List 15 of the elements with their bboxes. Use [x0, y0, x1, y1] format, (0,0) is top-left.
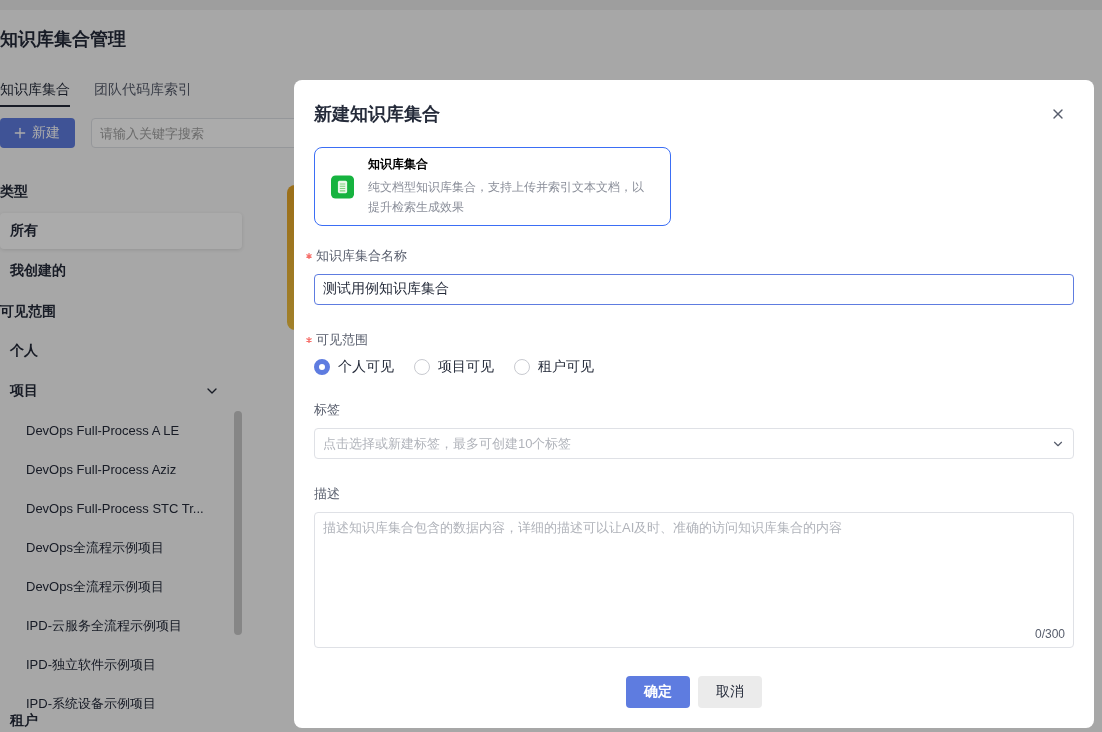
select-placeholder: 点击选择或新建标签，最多可创建10个标签: [323, 434, 572, 453]
option-label: 租户可见: [538, 357, 594, 376]
field-label: 描述: [314, 485, 340, 504]
character-counter: 0/300: [1034, 627, 1065, 641]
field-label: 标签: [314, 400, 340, 419]
section-heading: 可见范围: [0, 302, 57, 321]
card-description: 纯文档型知识库集合，支持上传并索引文本文档，以提升检索生成效果: [368, 179, 646, 217]
option-label: 个人可见: [338, 357, 394, 376]
field-placeholder: 描述知识库集合包含的数据内容，详细的描述可以让AI及时、准确的访问知识库集合的内容: [323, 519, 844, 538]
field-label: 可见范围: [316, 330, 368, 349]
option-label: 项目可见: [438, 357, 494, 376]
section-heading: 类型: [0, 182, 29, 201]
field-label: 知识库集合名称: [316, 247, 407, 266]
card-title: 知识库集合: [368, 156, 430, 174]
page-title: 知识库集合管理: [0, 28, 127, 51]
